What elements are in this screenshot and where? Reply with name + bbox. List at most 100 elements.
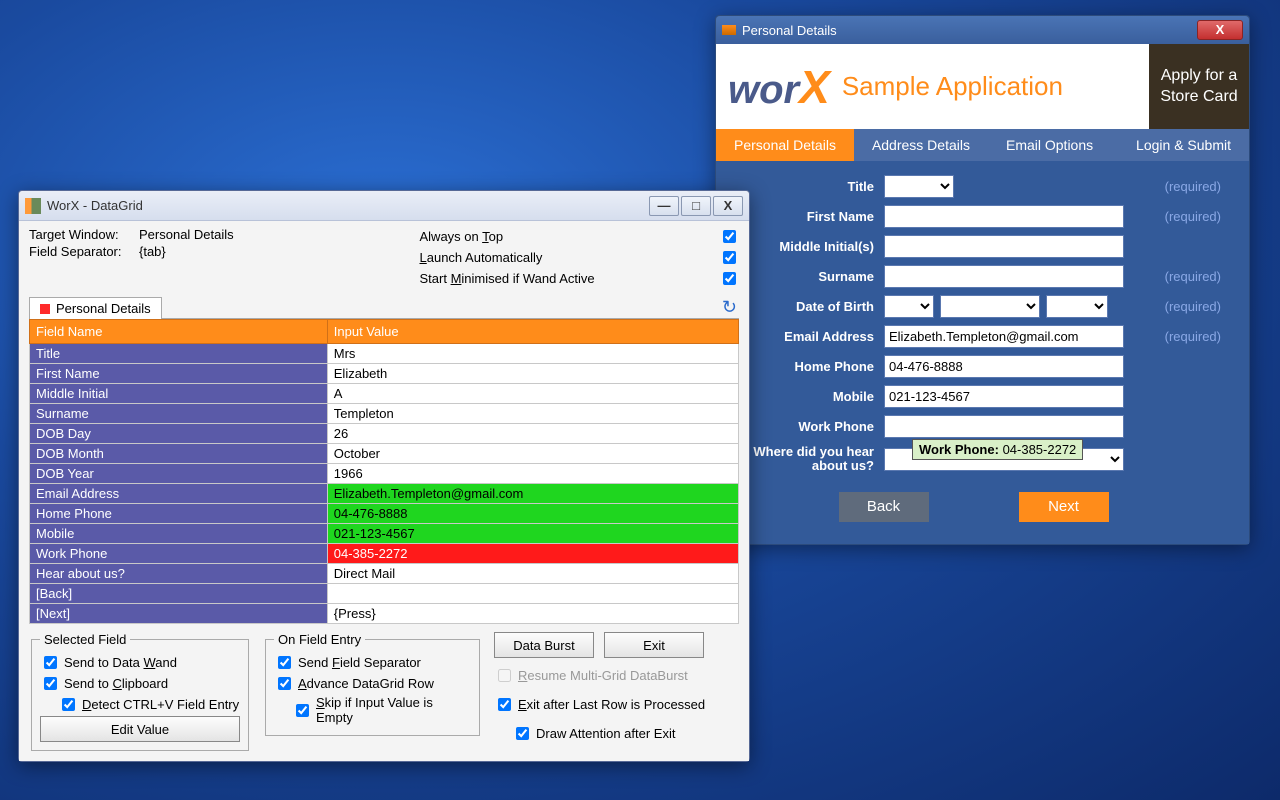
edit-value-button[interactable]: Edit Value [40,716,240,742]
pd-window-title: Personal Details [742,23,1197,38]
req-email: (required) [1165,329,1221,344]
chk-send-clip[interactable] [44,677,57,690]
tab-email-options[interactable]: Email Options [988,129,1111,161]
cell-field-name: [Back] [30,584,328,604]
col-field-name: Field Name [30,320,328,344]
pd-titlebar[interactable]: Personal Details X [716,16,1249,44]
cell-field-name: Work Phone [30,544,328,564]
chk-send-wand[interactable] [44,656,57,669]
dob-day-select[interactable] [884,295,934,318]
opt-start-min-label: Start Minimised if Wand Active [420,271,714,286]
datagrid-window: WorX - DataGrid — □ X Target Window: Per… [18,190,750,762]
tab-indicator-icon [40,304,50,314]
dob-year-select[interactable] [1046,295,1108,318]
dg-window-title: WorX - DataGrid [47,198,647,213]
table-row[interactable]: DOB MonthOctober [30,444,739,464]
cell-field-name: DOB Year [30,464,328,484]
cell-field-name: DOB Day [30,424,328,444]
apply-store-card[interactable]: Apply for a Store Card [1149,44,1249,129]
tooltip-label: Work Phone: [919,442,999,457]
cell-input-value: Mrs [327,344,738,364]
lbl-send-sep: Send Field Separator [298,655,421,670]
table-row[interactable]: First NameElizabeth [30,364,739,384]
close-icon[interactable]: X [1197,20,1243,40]
dob-month-select[interactable] [940,295,1040,318]
cell-input-value: Templeton [327,404,738,424]
chk-draw-attn[interactable] [516,727,529,740]
opt-launch-auto[interactable] [723,251,736,264]
table-row[interactable]: Work Phone04-385-2272 [30,544,739,564]
work-phone-tooltip: Work Phone: 04-385-2272 [912,439,1083,460]
data-burst-button[interactable]: Data Burst [494,632,594,658]
tooltip-value: 04-385-2272 [1003,442,1077,457]
req-firstname: (required) [1165,209,1221,224]
lbl-advance: Advance DataGrid Row [298,676,434,691]
opt-launch-auto-label: Launch Automatically [420,250,714,265]
cell-field-name: Hear about us? [30,564,328,584]
col-input-value: Input Value [327,320,738,344]
tab-personal-details[interactable]: Personal Details [716,129,854,161]
dg-tab-personal-details[interactable]: Personal Details [29,297,162,319]
tab-address-details[interactable]: Address Details [854,129,988,161]
close-icon[interactable]: X [713,196,743,216]
first-name-input[interactable] [884,205,1124,228]
table-row[interactable]: Home Phone04-476-8888 [30,504,739,524]
cell-field-name: Email Address [30,484,328,504]
cell-field-name: Home Phone [30,504,328,524]
home-phone-input[interactable] [884,355,1124,378]
dg-titlebar[interactable]: WorX - DataGrid — □ X [19,191,749,221]
exit-button[interactable]: Exit [604,632,704,658]
mobile-input[interactable] [884,385,1124,408]
chk-detect-ctrlv[interactable] [62,698,75,711]
cell-input-value: Elizabeth.Templeton@gmail.com [327,484,738,504]
surname-input[interactable] [884,265,1124,288]
email-input[interactable] [884,325,1124,348]
cell-input-value: 26 [327,424,738,444]
on-field-entry-group: On Field Entry Send Field Separator Adva… [265,632,480,736]
table-row[interactable]: Mobile021-123-4567 [30,524,739,544]
opt-always-on-top[interactable] [723,230,736,243]
dg-tabstrip: Personal Details ↻ [29,296,739,319]
middle-initials-input[interactable] [884,235,1124,258]
cell-input-value: 1966 [327,464,738,484]
next-button[interactable]: Next [1019,492,1109,522]
minimize-icon[interactable]: — [649,196,679,216]
chk-advance[interactable] [278,677,291,690]
chk-skip-empty[interactable] [296,704,309,717]
table-row[interactable]: Hear about us?Direct Mail [30,564,739,584]
selected-field-group: Selected Field Send to Data Wand Send to… [31,632,249,751]
cell-field-name: Surname [30,404,328,424]
opt-always-on-top-label: Always on Top [420,229,714,244]
opt-start-min[interactable] [723,272,736,285]
table-row[interactable]: DOB Day26 [30,424,739,444]
refresh-icon[interactable]: ↻ [722,297,739,318]
table-row[interactable]: TitleMrs [30,344,739,364]
personal-details-window: Personal Details X worX Sample Applicati… [715,15,1250,545]
chk-send-sep[interactable] [278,656,291,669]
cell-input-value: Direct Mail [327,564,738,584]
title-select[interactable] [884,175,954,198]
table-row[interactable]: Email AddressElizabeth.Templeton@gmail.c… [30,484,739,504]
pd-nav-tabs: Personal Details Address Details Email O… [716,129,1249,161]
table-row[interactable]: [Next]{Press} [30,604,739,624]
work-phone-input[interactable] [884,415,1124,438]
maximize-icon[interactable]: □ [681,196,711,216]
lbl-resume-multigrid: Resume Multi-Grid DataBurst [518,668,688,683]
table-row[interactable]: SurnameTempleton [30,404,739,424]
data-grid[interactable]: Field Name Input Value TitleMrsFirst Nam… [29,319,739,624]
dg-tab-label: Personal Details [56,301,151,316]
table-row[interactable]: DOB Year1966 [30,464,739,484]
cell-input-value: 04-385-2272 [327,544,738,564]
chk-exit-after[interactable] [498,698,511,711]
req-title: (required) [1165,179,1221,194]
lbl-skip-empty: Skip if Input Value is Empty [316,695,471,725]
chk-resume-multigrid [498,669,511,682]
cell-input-value: A [327,384,738,404]
lbl-send-wand: Send to Data Wand [64,655,177,670]
table-row[interactable]: [Back] [30,584,739,604]
cell-input-value: 04-476-8888 [327,504,738,524]
tab-login-submit[interactable]: Login & Submit [1118,129,1249,161]
back-button[interactable]: Back [839,492,929,522]
pd-brand-row: worX Sample Application Apply for a Stor… [716,44,1249,129]
table-row[interactable]: Middle InitialA [30,384,739,404]
